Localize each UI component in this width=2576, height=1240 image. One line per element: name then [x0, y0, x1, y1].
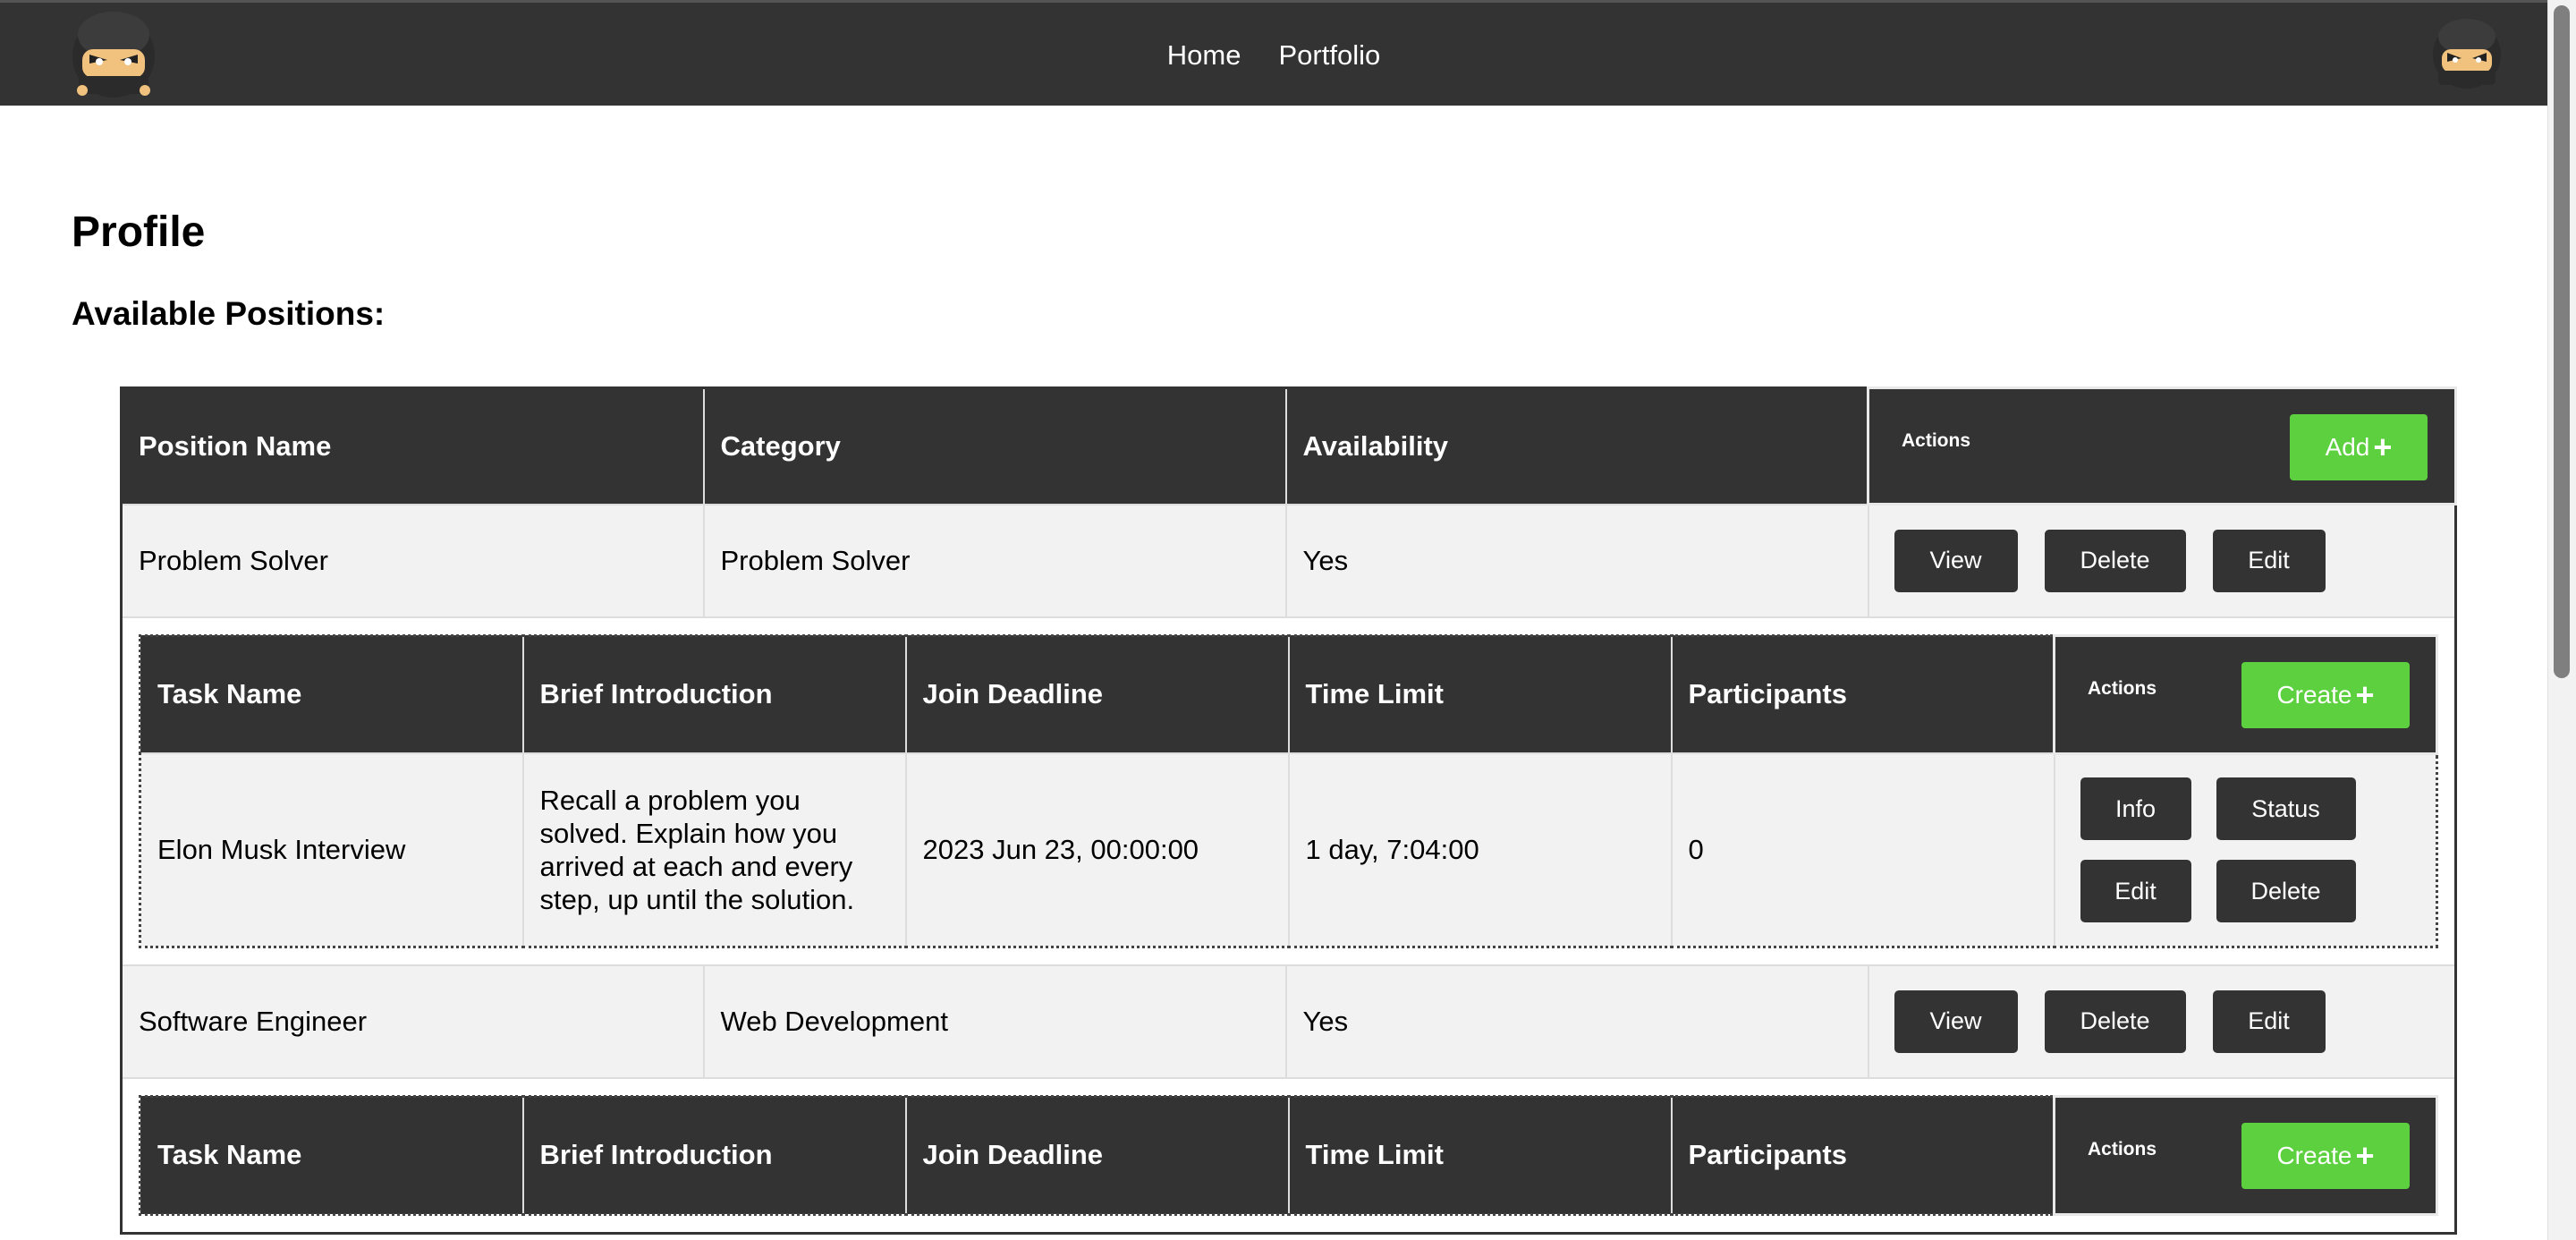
create-label: Create	[2276, 1141, 2352, 1169]
create-task-button[interactable]: Create +	[2241, 1122, 2410, 1189]
task-actions: Info Status Edit Delete	[2053, 752, 2438, 947]
edit-button[interactable]: Edit	[2212, 529, 2326, 592]
header-brief-introduction: Brief Introduction	[521, 1095, 907, 1215]
tasks-header-actions: Actions Create +	[2053, 1094, 2438, 1216]
actions-label: Actions	[1902, 430, 1971, 451]
position-name: Problem Solver	[120, 503, 705, 618]
create-label: Create	[2276, 680, 2352, 709]
plus-icon: +	[2355, 1136, 2375, 1174]
task-name: Elon Musk Interview	[139, 752, 524, 947]
header-participants: Participants	[1670, 1095, 2055, 1215]
top-navbar: Home Portfolio	[0, 0, 2547, 106]
status-button[interactable]: Status	[2216, 777, 2356, 840]
position-name: Software Engineer	[120, 964, 705, 1079]
tasks-header-actions: Actions Create +	[2053, 633, 2438, 755]
header-time-limit: Time Limit	[1287, 634, 1673, 754]
header-task-name: Task Name	[139, 1095, 524, 1215]
positions-header-row: Position Name Category Availability Acti…	[120, 386, 2457, 505]
scrollbar-thumb[interactable]	[2554, 5, 2570, 678]
plus-icon: +	[2355, 675, 2375, 713]
info-button[interactable]: Info	[2080, 777, 2191, 840]
add-position-button[interactable]: Add +	[2290, 414, 2428, 480]
header-actions: Actions Add +	[1867, 386, 2457, 505]
position-category: Web Development	[702, 964, 1287, 1079]
tasks-table: Task Name Brief Introduction Join Deadli…	[139, 633, 2438, 948]
view-button[interactable]: View	[1894, 529, 2018, 592]
edit-button[interactable]: Edit	[2212, 989, 2326, 1053]
page-title: Profile	[72, 208, 206, 256]
nav-home-link[interactable]: Home	[1167, 39, 1241, 72]
nested-tasks-cell: Task Name Brief Introduction Join Deadli…	[120, 616, 2457, 966]
header-time-limit: Time Limit	[1287, 1095, 1673, 1215]
task-delete-button[interactable]: Delete	[2216, 860, 2356, 922]
task-participants: 0	[1670, 752, 2055, 947]
nested-tasks-cell: Task Name Brief Introduction Join Deadli…	[120, 1076, 2457, 1234]
nested-tasks-row: Task Name Brief Introduction Join Deadli…	[120, 1076, 2457, 1234]
plus-icon: +	[2373, 429, 2393, 465]
header-join-deadline: Join Deadline	[904, 1095, 1290, 1215]
delete-button[interactable]: Delete	[2044, 529, 2186, 592]
position-category: Problem Solver	[702, 503, 1287, 618]
table-row: Elon Musk Interview Recall a problem you…	[139, 752, 2438, 947]
tasks-actions-label: Actions	[2088, 677, 2157, 699]
create-task-button[interactable]: Create +	[2241, 661, 2410, 728]
positions-table: Position Name Category Availability Acti…	[120, 386, 2457, 1235]
nav-links: Home Portfolio	[0, 3, 2547, 108]
header-participants: Participants	[1670, 634, 2055, 754]
header-availability: Availability	[1284, 386, 1869, 505]
task-edit-button[interactable]: Edit	[2080, 860, 2191, 922]
tasks-header-row: Task Name Brief Introduction Join Deadli…	[139, 633, 2438, 755]
header-brief-introduction: Brief Introduction	[521, 634, 907, 754]
view-button[interactable]: View	[1894, 989, 2018, 1053]
task-intro: Recall a problem you solved. Explain how…	[521, 752, 907, 947]
header-position-name: Position Name	[120, 386, 705, 505]
table-row: Software Engineer Web Development Yes Vi…	[120, 964, 2457, 1079]
tasks-table: Task Name Brief Introduction Join Deadli…	[139, 1094, 2438, 1216]
ninja-avatar-icon[interactable]	[2431, 15, 2503, 90]
page-scrollbar[interactable]	[2547, 0, 2576, 1240]
delete-button[interactable]: Delete	[2044, 989, 2186, 1053]
tasks-header-row: Task Name Brief Introduction Join Deadli…	[139, 1094, 2438, 1216]
position-actions: View Delete Edit	[1867, 964, 2457, 1079]
header-join-deadline: Join Deadline	[904, 634, 1290, 754]
header-task-name: Task Name	[139, 634, 524, 754]
task-time-limit: 1 day, 7:04:00	[1287, 752, 1673, 947]
tasks-actions-label: Actions	[2088, 1138, 2157, 1159]
header-category: Category	[702, 386, 1287, 505]
nav-portfolio-link[interactable]: Portfolio	[1278, 39, 1380, 72]
table-row: Problem Solver Problem Solver Yes View D…	[120, 503, 2457, 618]
section-title: Available Positions:	[72, 295, 386, 332]
position-availability: Yes	[1284, 503, 1869, 618]
position-availability: Yes	[1284, 964, 1869, 1079]
add-label: Add	[2325, 433, 2370, 461]
position-actions: View Delete Edit	[1867, 503, 2457, 618]
task-deadline: 2023 Jun 23, 00:00:00	[904, 752, 1290, 947]
nested-tasks-row: Task Name Brief Introduction Join Deadli…	[120, 616, 2457, 966]
